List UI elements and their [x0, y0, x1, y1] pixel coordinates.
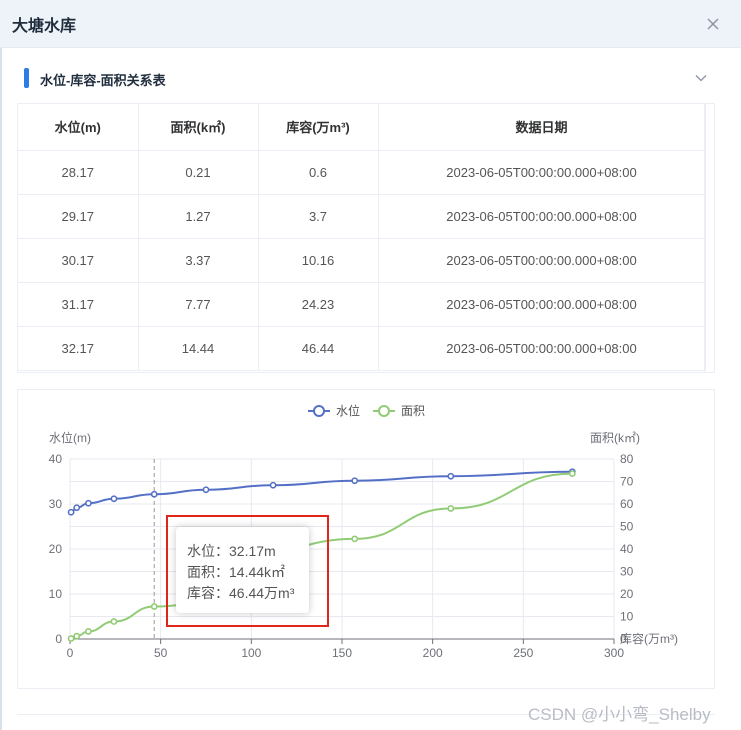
series-line-area — [70, 472, 573, 640]
legend-label-area: 面积 — [401, 404, 425, 418]
cell-date: 2023-06-05T00:00:00.000+08:00 — [378, 150, 706, 195]
cell-water-level: 31.17 — [18, 282, 139, 327]
table-row[interactable]: 30.17 3.37 10.16 2023-06-05T00:00:00.000… — [18, 238, 706, 283]
cell-water-level: 29.17 — [18, 194, 139, 239]
chart-legend[interactable]: 水位 面积 — [308, 403, 425, 418]
table-row[interactable]: 32.17 14.44 46.44 2023-06-05T00:00:00.00… — [18, 326, 706, 371]
cell-area: 0.21 — [138, 150, 259, 195]
data-point — [150, 490, 158, 498]
x-tick-label: 150 — [332, 646, 352, 660]
y-left-tick-label: 30 — [49, 497, 63, 511]
data-point — [73, 504, 81, 512]
x-axis-label: 库容(万m³) — [620, 631, 678, 646]
data-point — [110, 618, 118, 625]
cell-area: 14.44 — [138, 326, 259, 371]
x-tick-label: 250 — [513, 646, 533, 660]
data-point — [447, 472, 455, 480]
cell-water-level: 32.17 — [18, 326, 139, 371]
x-tick-label: 0 — [67, 646, 74, 660]
data-point — [73, 632, 81, 640]
series-line-water-level — [70, 470, 573, 514]
cell-area: 3.37 — [138, 238, 259, 283]
cell-date: 2023-06-05T00:00:00.000+08:00 — [378, 194, 706, 239]
chart-tooltip: 水位：32.17m 面积：14.44k㎡ 库容：46.44万m³ — [176, 527, 309, 613]
y-right-tick-label: 10 — [620, 610, 634, 624]
col-header-area[interactable]: 面积(k㎡) — [138, 104, 259, 151]
y-right-axis-label: 面积(k㎡) — [590, 431, 640, 445]
table-row[interactable]: 28.17 0.21 0.6 2023-06-05T00:00:00.000+0… — [18, 150, 706, 195]
chart-axes: 010203040506070800 50 100 150 200 250 30001020… — [49, 452, 634, 660]
data-point — [351, 535, 359, 543]
x-tick-label: 100 — [241, 646, 261, 660]
cell-water-level: 28.17 — [18, 150, 139, 195]
y-right-tick-label: 20 — [620, 587, 634, 601]
y-left-tick-label: 10 — [49, 587, 63, 601]
x-tick-label: 200 — [423, 646, 443, 660]
cell-date: 2023-06-05T00:00:00.000+08:00 — [378, 238, 706, 283]
tooltip-capacity: 库容：46.44万m³ — [187, 585, 295, 601]
y-right-tick-label: 80 — [620, 452, 634, 466]
cell-capacity: 10.16 — [258, 238, 379, 283]
tooltip-water-level: 水位：32.17m — [187, 543, 276, 559]
table-row[interactable]: 31.17 7.77 24.23 2023-06-05T00:00:00.000… — [18, 282, 706, 327]
y-right-tick-label: 70 — [620, 475, 634, 489]
data-point — [85, 628, 92, 635]
close-icon[interactable] — [705, 16, 721, 32]
x-tick-label: 300 — [604, 646, 624, 660]
dialog-header: 大塘水库 — [0, 0, 741, 48]
relation-table: 水位(m) 面积(k㎡) 库容(万m³) 数据日期 28.17 0.21 0.6… — [17, 103, 715, 373]
table-header-row: 水位(m) 面积(k㎡) 库容(万m³) 数据日期 — [18, 104, 706, 151]
y-right-tick-label: 50 — [620, 520, 634, 534]
col-header-capacity[interactable]: 库容(万m³) — [258, 104, 379, 151]
cell-area: 7.77 — [138, 282, 259, 327]
data-point — [85, 499, 92, 507]
data-point — [67, 635, 75, 642]
y-right-tick-label: 60 — [620, 497, 634, 511]
cell-capacity: 3.7 — [258, 194, 379, 239]
col-header-water-level[interactable]: 水位(m) — [18, 104, 139, 151]
watermark: CSDN @小小弯_Shelby — [528, 705, 711, 724]
y-right-tick-label: 40 — [620, 542, 634, 556]
data-point — [568, 470, 576, 478]
y-left-axis-label: 水位(m) — [49, 430, 91, 445]
chart-container: 0 10 20 30 40 50 60 70 80 0 50 100 150 200 250 300 0 10 20… — [17, 389, 715, 689]
cell-date: 2023-06-05T00:00:00.000+08:00 — [378, 282, 706, 327]
cell-capacity: 24.23 — [258, 282, 379, 327]
chevron-down-icon[interactable] — [694, 71, 708, 85]
section-header[interactable]: 水位-库容-面积关系表 — [24, 66, 714, 90]
table-row[interactable]: 29.17 1.27 3.7 2023-06-05T00:00:00.000+0… — [18, 194, 706, 239]
cell-water-level: 30.17 — [18, 238, 139, 283]
data-point — [202, 486, 210, 494]
data-point — [150, 603, 158, 610]
legend-label-water-level: 水位 — [336, 403, 360, 418]
table-scrollbar[interactable] — [704, 104, 714, 372]
data-point — [110, 495, 118, 503]
cell-area: 1.27 — [138, 194, 259, 239]
tooltip-area: 面积：14.44k㎡ — [187, 564, 286, 580]
data-point — [67, 508, 75, 516]
data-point — [351, 477, 359, 485]
cell-capacity: 0.6 — [258, 150, 379, 195]
chart-grid — [69, 458, 615, 640]
legend-item-area[interactable]: 面积 — [373, 404, 425, 418]
col-header-date[interactable]: 数据日期 — [378, 104, 706, 151]
x-tick-label: 50 — [154, 646, 168, 660]
cell-date: 2023-06-05T00:00:00.000+08:00 — [378, 326, 706, 371]
data-point — [447, 505, 455, 512]
cell-capacity: 46.44 — [258, 326, 379, 371]
section-accent-bar — [24, 68, 29, 88]
legend-item-water-level[interactable]: 水位 — [308, 403, 360, 418]
dialog-title: 大塘水库 — [12, 18, 77, 35]
dialog-left-edge — [0, 48, 2, 730]
chart-series — [67, 468, 576, 642]
y-right-tick-label: 30 — [620, 565, 634, 579]
section-title: 水位-库容-面积关系表 — [40, 73, 166, 88]
relation-chart: 010203040506070800 50 100 150 200 250 30001020… — [49, 403, 678, 660]
y-left-tick-label: 20 — [49, 542, 63, 556]
y-left-tick-label: 0 — [55, 632, 62, 646]
data-point — [269, 481, 277, 489]
y-left-tick-label: 40 — [49, 452, 63, 466]
